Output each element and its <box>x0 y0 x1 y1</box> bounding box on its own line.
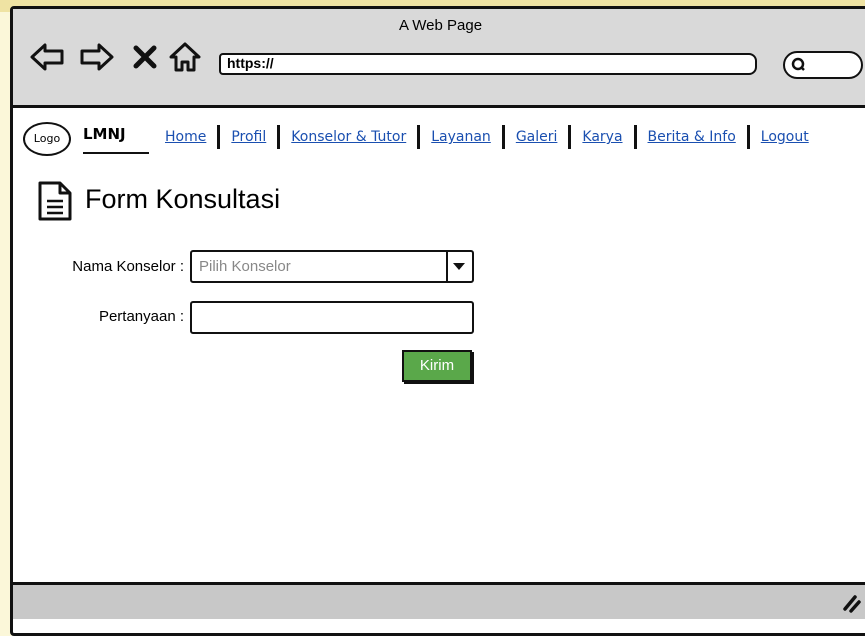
page-title: Form Konsultasi <box>85 184 281 214</box>
nav-item-karya[interactable]: Karya <box>582 129 622 145</box>
nav-item-layanan[interactable]: Layanan <box>431 129 491 145</box>
browser-window: A Web Page https:// Logo LMNJ Home Profi… <box>10 6 865 636</box>
browser-search[interactable] <box>783 51 863 79</box>
nav-separator <box>746 125 750 149</box>
search-icon <box>791 57 805 71</box>
back-arrow-icon[interactable] <box>29 39 65 75</box>
nav-separator <box>568 125 572 149</box>
document-icon <box>38 181 72 221</box>
pertanyaan-input[interactable] <box>190 301 474 334</box>
nav-separator <box>417 125 421 149</box>
status-bar <box>13 582 865 619</box>
brand-name: LMNJ <box>83 125 126 143</box>
nav-item-home[interactable]: Home <box>165 129 206 145</box>
konselor-select[interactable]: Pilih Konselor <box>190 250 474 283</box>
nav-separator <box>217 125 221 149</box>
close-icon[interactable] <box>131 39 159 75</box>
resize-grip-icon[interactable] <box>841 589 861 615</box>
nav-separator <box>633 125 637 149</box>
nav-separator <box>277 125 281 149</box>
nav-item-logout[interactable]: Logout <box>761 129 809 145</box>
browser-chrome: A Web Page https:// <box>13 9 865 108</box>
home-icon[interactable] <box>167 39 203 75</box>
forward-arrow-icon[interactable] <box>79 39 115 75</box>
window-title: A Web Page <box>398 17 483 34</box>
nav-item-profil[interactable]: Profil <box>231 129 266 145</box>
logo[interactable]: Logo <box>23 122 71 156</box>
pertanyaan-label: Pertanyaan : <box>98 308 184 325</box>
dropdown-arrow-icon[interactable] <box>446 252 472 281</box>
nav-item-berita-info[interactable]: Berita & Info <box>648 129 736 145</box>
url-bar[interactable]: https:// <box>219 53 757 75</box>
page-content: Logo LMNJ Home Profil Konselor & Tutor L… <box>13 108 865 633</box>
nav-item-konselor-tutor[interactable]: Konselor & Tutor <box>291 129 406 145</box>
konselor-label: Nama Konselor : <box>72 258 184 275</box>
main-nav: Home Profil Konselor & Tutor Layanan Gal… <box>165 125 809 149</box>
nav-item-galeri[interactable]: Galeri <box>516 129 558 145</box>
brand-underline <box>83 152 149 154</box>
submit-button[interactable]: Kirim <box>402 350 472 382</box>
konselor-placeholder: Pilih Konselor <box>199 258 291 275</box>
nav-separator <box>501 125 505 149</box>
